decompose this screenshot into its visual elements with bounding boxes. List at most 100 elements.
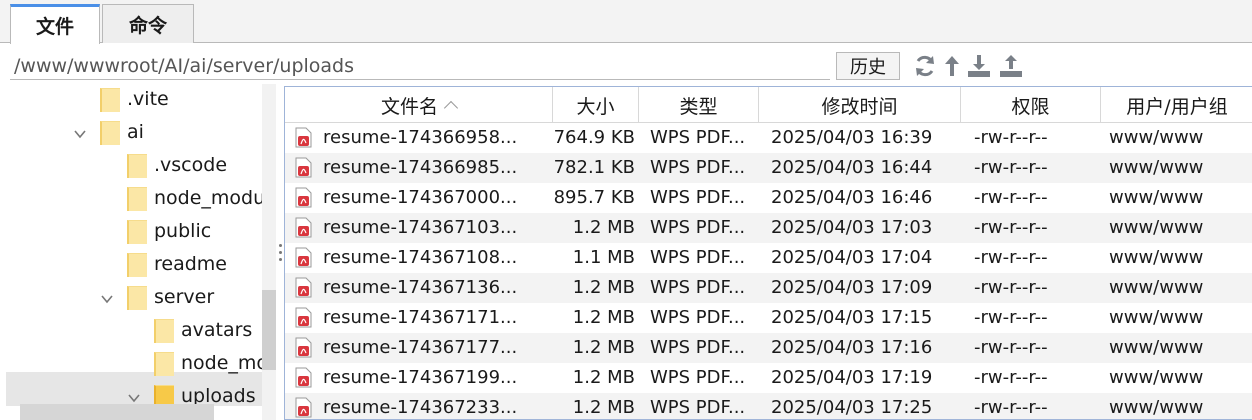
up-arrow-icon[interactable] [942,53,962,79]
file-owner: www/www [1109,277,1204,298]
column-header-owner[interactable]: 用户/用户组 [1101,87,1252,123]
file-owner: www/www [1109,187,1204,208]
chevron-down-icon[interactable] [73,127,87,141]
table-row[interactable]: resume-174367108... 1.1 MB WPS PDF... 2025/… [285,243,1252,273]
tree-item-label: node_modu [154,187,262,209]
folder-icon [127,220,147,244]
chevron-down-icon[interactable] [127,391,141,405]
folder-icon [154,352,174,376]
column-header-modified[interactable]: 修改时间 [759,87,961,123]
file-permissions: -rw-r--r-- [974,307,1048,328]
file-owner: www/www [1109,337,1204,358]
file-type: WPS PDF... [650,217,746,238]
file-name: resume-174367136... [323,277,518,298]
tree-horizontal-scrollbar-thumb[interactable] [20,404,214,420]
file-owner: www/www [1109,157,1204,178]
file-name: resume-174367171... [323,307,518,328]
file-size: 895.7 KB [553,187,635,208]
history-button[interactable]: 历史 [836,52,900,80]
splitter-grip-dot [279,244,282,247]
file-type: WPS PDF... [650,367,746,388]
table-row[interactable]: resume-174367000... 895.7 KB WPS PDF... 202… [285,183,1252,213]
file-modified: 2025/04/03 16:46 [771,187,933,208]
tree-item[interactable]: .vite [0,84,262,117]
tree-item[interactable]: ai [0,117,262,150]
file-type: WPS PDF... [650,247,746,268]
table-header: 文件名 大小 类型 修改时间 权限 用户/用户组 [285,87,1252,123]
file-permissions: -rw-r--r-- [974,337,1048,358]
column-header-type[interactable]: 类型 [639,87,759,123]
column-header-name[interactable]: 文件名 [285,87,553,123]
file-permissions: -rw-r--r-- [974,187,1048,208]
file-name: resume-174367103... [323,217,518,238]
table-row[interactable]: resume-174367177... 1.2 MB WPS PDF... 2025/… [285,333,1252,363]
folder-icon [127,187,147,211]
file-size: 1.2 MB [572,397,635,418]
file-name: resume-174367199... [323,367,518,388]
file-size: 1.1 MB [572,247,635,268]
file-owner: www/www [1109,397,1204,418]
file-owner: www/www [1109,127,1204,148]
column-header-permissions[interactable]: 权限 [961,87,1101,123]
table-row[interactable]: resume-174367136... 1.2 MB WPS PDF... 2025/… [285,273,1252,303]
file-permissions: -rw-r--r-- [974,277,1048,298]
folder-icon [127,253,147,277]
file-modified: 2025/04/03 17:03 [771,217,933,238]
pdf-file-icon [295,247,312,268]
tree-item[interactable]: avatars [0,315,262,348]
pdf-file-icon [295,307,312,328]
file-type: WPS PDF... [650,187,746,208]
pdf-file-icon [295,217,312,238]
file-name: resume-174367177... [323,337,518,358]
folder-icon [127,286,147,310]
tree-scrollbar-thumb[interactable] [262,290,276,370]
tree-item[interactable]: .vscode [0,150,262,183]
upload-icon[interactable] [998,53,1024,79]
splitter-grip-dot [279,258,282,261]
table-row[interactable]: resume-174367233... 1.2 MB WPS PDF... 2025/… [285,393,1252,419]
file-modified: 2025/04/03 17:04 [771,247,933,268]
file-permissions: -rw-r--r-- [974,217,1048,238]
file-name: resume-174366958... [323,127,518,148]
table-row[interactable]: resume-174367199... 1.2 MB WPS PDF... 2025/… [285,363,1252,393]
tree-item[interactable]: node_mo [0,348,262,381]
tree-item-label: node_mo [181,352,262,374]
file-modified: 2025/04/03 17:16 [771,337,933,358]
file-permissions: -rw-r--r-- [974,127,1048,148]
tree-item-label: public [154,220,212,242]
table-row[interactable]: resume-174366958... 764.9 KB WPS PDF... 202… [285,123,1252,153]
tree-item-label: ai [127,121,144,143]
pdf-file-icon [295,367,312,388]
sort-ascending-icon [443,100,459,116]
file-size: 1.2 MB [572,277,635,298]
file-size: 764.9 KB [553,127,635,148]
download-icon[interactable] [966,53,992,79]
table-row[interactable]: resume-174366985... 782.1 KB WPS PDF... 202… [285,153,1252,183]
column-header-size[interactable]: 大小 [553,87,639,123]
tree-item[interactable]: server [0,282,262,315]
pdf-file-icon [295,277,312,298]
pdf-file-icon [295,397,312,418]
path-input[interactable] [10,52,830,80]
file-size: 782.1 KB [553,157,635,178]
file-table: 文件名 大小 类型 修改时间 权限 用户/用户组 resume-17436695… [284,86,1252,420]
tab-commands[interactable]: 命令 [102,4,194,43]
pdf-file-icon [295,157,312,178]
tree-item-label: server [154,286,215,308]
file-modified: 2025/04/03 17:19 [771,367,933,388]
tree-item[interactable]: node_modu [0,183,262,216]
file-modified: 2025/04/03 16:44 [771,157,933,178]
tab-files[interactable]: 文件 [10,4,100,44]
pdf-file-icon [295,187,312,208]
chevron-down-icon[interactable] [100,292,114,306]
tree-item-label: avatars [181,319,253,341]
tree-item[interactable]: public [0,216,262,249]
folder-icon [100,88,120,112]
tree-item-label: readme [154,253,227,275]
tree-item[interactable]: readme [0,249,262,282]
table-row[interactable]: resume-174367171... 1.2 MB WPS PDF... 2025/… [285,303,1252,333]
file-type: WPS PDF... [650,127,746,148]
refresh-icon[interactable] [912,53,938,79]
file-owner: www/www [1109,247,1204,268]
table-row[interactable]: resume-174367103... 1.2 MB WPS PDF... 2025/… [285,213,1252,243]
